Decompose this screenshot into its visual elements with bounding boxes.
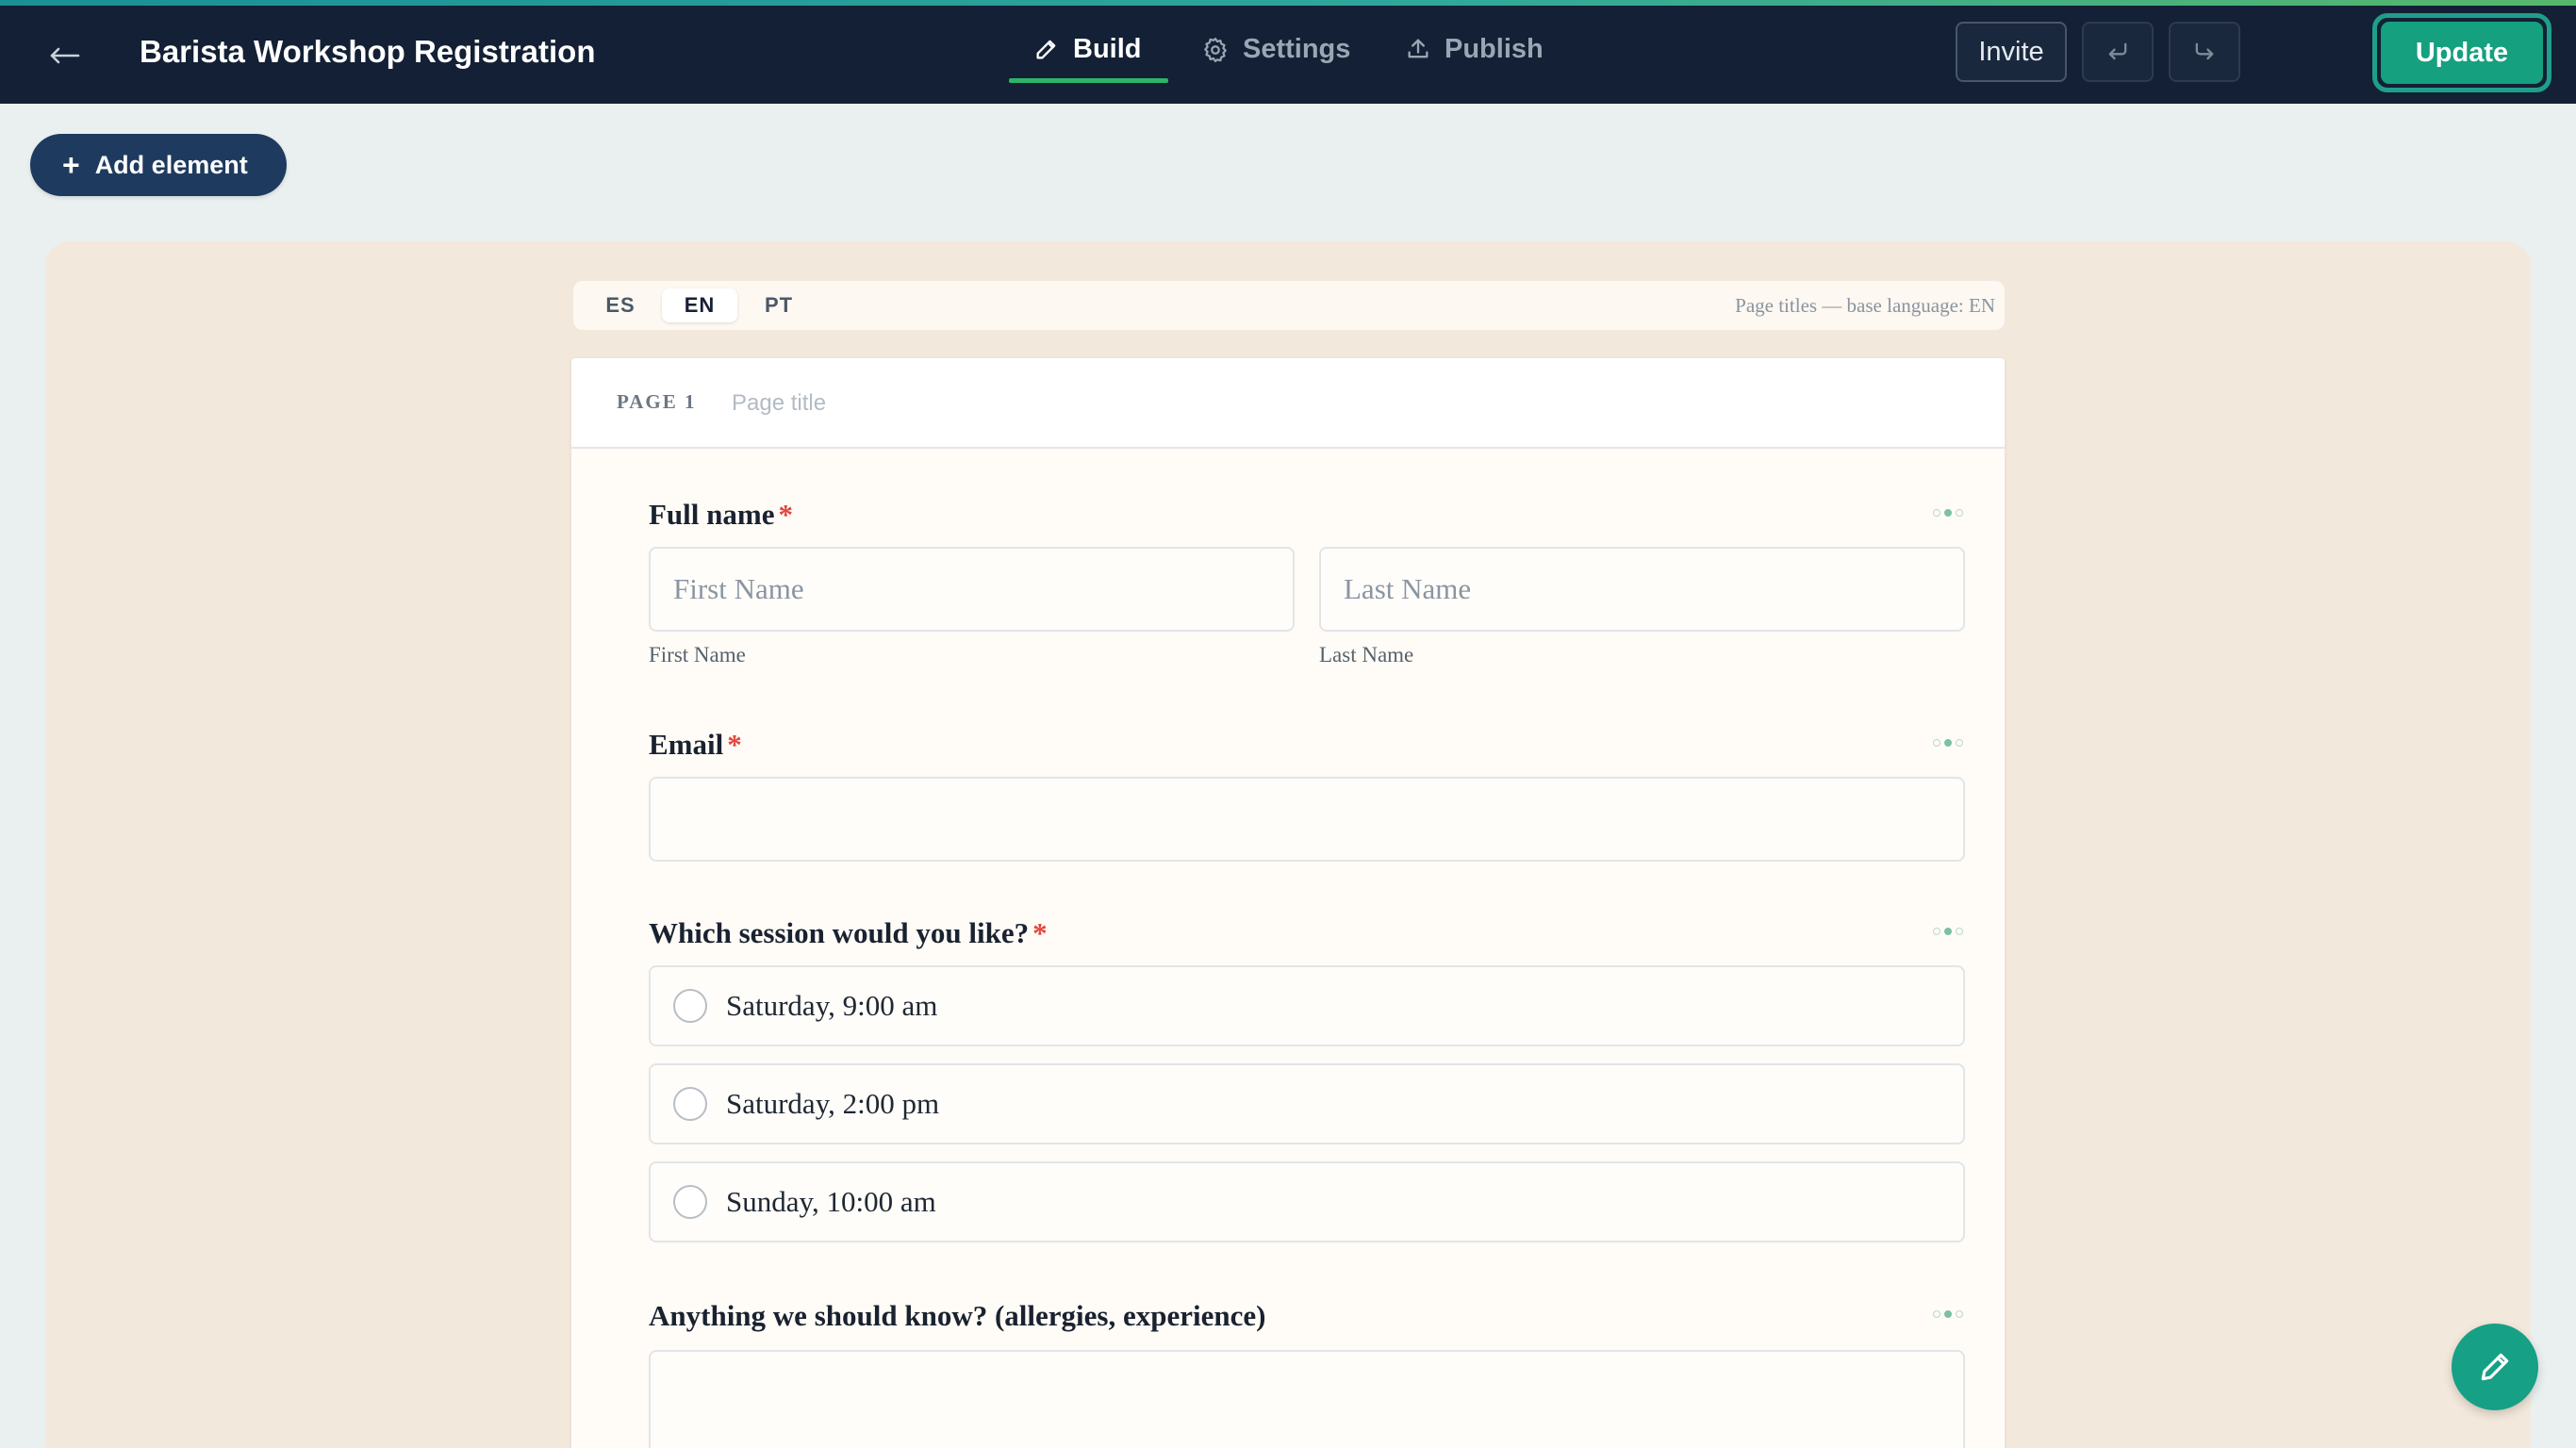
session-option[interactable]: Sunday, 10:00 am bbox=[649, 1161, 1965, 1242]
page-number-label: PAGE 1 bbox=[617, 390, 697, 413]
last-name-sublabel: Last Name bbox=[1319, 643, 1414, 666]
question-label-text: Full name bbox=[649, 498, 775, 531]
radio-circle-icon bbox=[673, 989, 707, 1023]
pencil-icon bbox=[1036, 40, 1056, 59]
last-name-input[interactable] bbox=[1319, 547, 1965, 632]
accent-stripe bbox=[0, 0, 2576, 6]
form-title: Barista Workshop Registration bbox=[140, 34, 596, 69]
add-element-button[interactable]: + Add element bbox=[30, 134, 287, 196]
redo-button[interactable] bbox=[2169, 22, 2240, 82]
language-switcher: ES EN PT Page titles — base language: EN bbox=[573, 281, 2005, 330]
session-option-label: Saturday, 2:00 pm bbox=[726, 1087, 940, 1120]
session-option-label: Sunday, 10:00 am bbox=[726, 1185, 936, 1218]
session-option[interactable]: Saturday, 9:00 am bbox=[649, 965, 1965, 1046]
question-options-menu[interactable] bbox=[1933, 928, 1963, 935]
question-session[interactable]: Which session would you like? * Saturday,… bbox=[649, 914, 1965, 1259]
question-options-menu[interactable] bbox=[1933, 1310, 1963, 1318]
question-email[interactable]: Email * bbox=[649, 726, 1965, 862]
question-options-menu[interactable] bbox=[1933, 739, 1963, 747]
question-label: Which session would you like? * bbox=[649, 914, 1965, 952]
undo-icon bbox=[2108, 42, 2127, 60]
invite-button[interactable]: Invite bbox=[1956, 22, 2067, 82]
page-title-input[interactable] bbox=[732, 383, 1203, 424]
update-button[interactable]: Update bbox=[2381, 22, 2543, 84]
tab-settings-label: Settings bbox=[1243, 34, 1351, 64]
question-options-menu[interactable] bbox=[1933, 509, 1963, 517]
tab-build-label: Build bbox=[1073, 34, 1142, 64]
language-tab-pt[interactable]: PT bbox=[741, 288, 817, 322]
active-tab-indicator bbox=[1009, 78, 1168, 83]
required-marker: * bbox=[778, 498, 793, 531]
question-label: Email * bbox=[649, 726, 1965, 764]
question-full-name[interactable]: Full name* First Name Last Name bbox=[649, 496, 1965, 667]
email-input[interactable] bbox=[649, 777, 1965, 862]
upload-icon bbox=[1408, 39, 1428, 58]
add-element-label: Add element bbox=[94, 150, 248, 179]
required-marker: * bbox=[727, 728, 742, 761]
required-marker: * bbox=[1032, 916, 1048, 949]
undo-button[interactable] bbox=[2082, 22, 2154, 82]
arrow-left-icon bbox=[50, 47, 80, 64]
radio-circle-icon bbox=[673, 1185, 707, 1219]
first-name-sublabel: First Name bbox=[649, 643, 746, 666]
tab-publish-label: Publish bbox=[1445, 34, 1544, 64]
session-option-label: Saturday, 9:00 am bbox=[726, 989, 938, 1022]
language-tab-es[interactable]: ES bbox=[583, 288, 658, 322]
language-tab-en[interactable]: EN bbox=[662, 288, 737, 322]
update-button-focus-ring: Update bbox=[2372, 13, 2551, 92]
question-notes[interactable]: Anything we should know? (allergies, exp… bbox=[649, 1297, 1965, 1448]
page-header: PAGE 1 bbox=[571, 358, 2005, 449]
question-label: Full name * bbox=[649, 496, 1965, 534]
gear-icon bbox=[1204, 38, 1227, 62]
tab-build[interactable]: Build bbox=[1009, 26, 1168, 83]
top-bar: Barista Workshop Registration Build Sett… bbox=[0, 0, 2576, 104]
plus-icon: + bbox=[62, 148, 80, 182]
pencil-icon bbox=[2481, 1353, 2509, 1381]
tab-settings[interactable]: Settings bbox=[1201, 26, 1350, 83]
notes-textarea[interactable] bbox=[649, 1350, 1965, 1448]
form-page-card: PAGE 1 Full name* First Name Last Name E… bbox=[571, 358, 2005, 1448]
radio-circle-icon bbox=[673, 1087, 707, 1121]
edit-fab-button[interactable] bbox=[2452, 1324, 2538, 1410]
back-button[interactable] bbox=[41, 32, 89, 79]
tab-publish[interactable]: Publish bbox=[1405, 26, 1544, 83]
language-hint: Page titles — base language: EN bbox=[1735, 294, 1995, 317]
question-label-text: Anything we should know? (allergies, exp… bbox=[649, 1299, 1266, 1332]
first-name-input[interactable] bbox=[649, 547, 1295, 632]
question-label: Anything we should know? (allergies, exp… bbox=[649, 1297, 1965, 1335]
session-option[interactable]: Saturday, 2:00 pm bbox=[649, 1063, 1965, 1144]
redo-icon bbox=[2195, 42, 2214, 60]
question-label-text: Which session would you like? bbox=[649, 916, 1030, 949]
question-label-text: Email bbox=[649, 728, 724, 761]
